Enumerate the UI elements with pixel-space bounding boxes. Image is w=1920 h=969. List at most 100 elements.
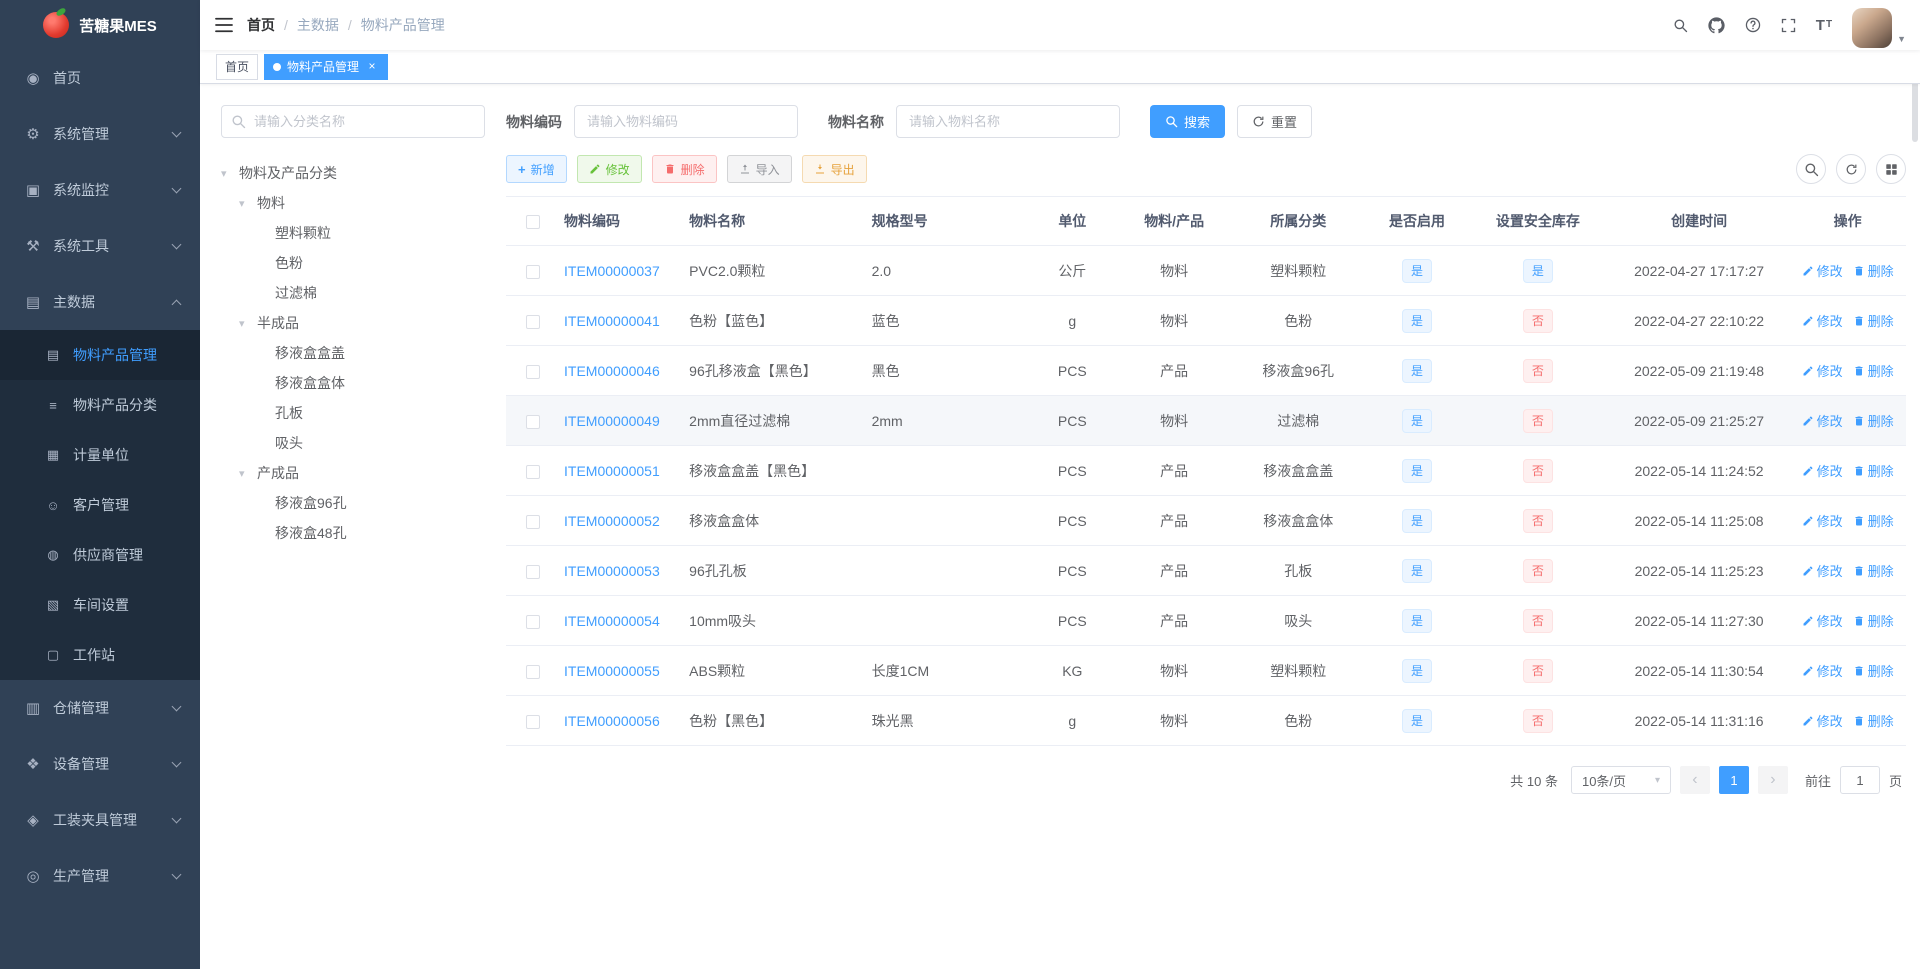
edit-link[interactable]: 修改 xyxy=(1802,261,1843,280)
category-search-input[interactable] xyxy=(221,105,485,138)
edit-link[interactable]: 修改 xyxy=(1802,711,1843,730)
next-page-button[interactable]: › xyxy=(1757,766,1788,794)
item-code-link[interactable]: ITEM00000054 xyxy=(564,613,660,629)
add-button[interactable]: + 新增 xyxy=(506,155,567,183)
item-code-link[interactable]: ITEM00000049 xyxy=(564,413,660,429)
delete-link[interactable]: 删除 xyxy=(1853,511,1894,530)
tree-expand-icon[interactable]: ▾ xyxy=(221,167,239,180)
row-checkbox[interactable] xyxy=(525,264,540,279)
hamburger-icon[interactable] xyxy=(215,17,233,33)
table-search-toggle-button[interactable] xyxy=(1796,154,1826,184)
delete-link[interactable]: 删除 xyxy=(1853,361,1894,380)
item-code-link[interactable]: ITEM00000051 xyxy=(564,463,660,479)
tree-node[interactable]: 色粉 xyxy=(221,248,485,278)
edit-link[interactable]: 修改 xyxy=(1802,311,1843,330)
delete-link[interactable]: 删除 xyxy=(1853,661,1894,680)
user-menu[interactable]: ▼ xyxy=(1852,3,1906,48)
item-code-link[interactable]: ITEM00000046 xyxy=(564,363,660,379)
row-checkbox[interactable] xyxy=(525,664,540,679)
search-icon[interactable] xyxy=(1663,0,1698,50)
tree-node[interactable]: 塑料颗粒 xyxy=(221,218,485,248)
delete-link[interactable]: 删除 xyxy=(1853,311,1894,330)
select-all-checkbox[interactable] xyxy=(525,215,540,230)
delete-link[interactable]: 删除 xyxy=(1853,461,1894,480)
app-logo[interactable]: 苦糖果MES xyxy=(0,0,200,50)
tree-node[interactable]: 吸头 xyxy=(221,428,485,458)
delete-link[interactable]: 删除 xyxy=(1853,261,1894,280)
import-button[interactable]: 导入 xyxy=(726,155,792,183)
delete-link[interactable]: 删除 xyxy=(1853,611,1894,630)
tree-expand-icon[interactable]: ▾ xyxy=(239,197,257,210)
sidebar-item[interactable]: ◈ 工装夹具管理 xyxy=(0,792,200,848)
tree-node[interactable]: ▾ 物料及产品分类 xyxy=(221,158,485,188)
prev-page-button[interactable]: ‹ xyxy=(1679,766,1710,794)
tree-node[interactable]: ▾ 产成品 xyxy=(221,458,485,488)
search-button[interactable]: 搜索 xyxy=(1150,105,1226,138)
sidebar-item[interactable]: ⚒ 系统工具 xyxy=(0,218,200,274)
font-size-icon[interactable]: TT xyxy=(1806,0,1842,50)
delete-link[interactable]: 删除 xyxy=(1853,711,1894,730)
sidebar-subitem[interactable]: ▦ 计量单位 xyxy=(0,430,200,480)
sidebar-subitem[interactable]: ▧ 车间设置 xyxy=(0,580,200,630)
tree-node[interactable]: ▾ 物料 xyxy=(221,188,485,218)
close-icon[interactable]: × xyxy=(365,60,379,74)
item-code-link[interactable]: ITEM00000055 xyxy=(564,663,660,679)
tree-node[interactable]: 移液盒96孔 xyxy=(221,488,485,518)
sidebar-item[interactable]: ▥ 仓储管理 xyxy=(0,680,200,736)
tree-expand-icon[interactable]: ▾ xyxy=(239,467,257,480)
edit-link[interactable]: 修改 xyxy=(1802,661,1843,680)
tab-1[interactable]: 物料产品管理 × xyxy=(264,53,389,80)
page-size-select[interactable]: 10条/页 ▾ xyxy=(1570,766,1671,794)
row-checkbox[interactable] xyxy=(525,414,540,429)
help-icon[interactable] xyxy=(1735,0,1771,50)
tree-node[interactable]: ▾ 半成品 xyxy=(221,308,485,338)
sidebar-item[interactable]: ◉ 首页 xyxy=(0,50,200,106)
edit-link[interactable]: 修改 xyxy=(1802,411,1843,430)
sidebar-subitem[interactable]: ≡ 物料产品分类 xyxy=(0,380,200,430)
current-page-button[interactable]: 1 xyxy=(1718,766,1749,794)
breadcrumb-item[interactable]: 首页 xyxy=(247,15,275,35)
tree-node[interactable]: 移液盒48孔 xyxy=(221,518,485,548)
sidebar-item[interactable]: ⚙ 系统管理 xyxy=(0,106,200,162)
material-name-input[interactable] xyxy=(896,105,1120,138)
github-icon[interactable] xyxy=(1698,0,1735,50)
sidebar-subitem[interactable]: ▤ 物料产品管理 xyxy=(0,330,200,380)
delete-link[interactable]: 删除 xyxy=(1853,561,1894,580)
row-checkbox[interactable] xyxy=(525,614,540,629)
delete-link[interactable]: 删除 xyxy=(1853,411,1894,430)
row-checkbox[interactable] xyxy=(525,314,540,329)
edit-link[interactable]: 修改 xyxy=(1802,611,1843,630)
item-code-link[interactable]: ITEM00000053 xyxy=(564,563,660,579)
edit-link[interactable]: 修改 xyxy=(1802,561,1843,580)
table-refresh-button[interactable] xyxy=(1836,154,1866,184)
sidebar-subitem[interactable]: ☺ 客户管理 xyxy=(0,480,200,530)
tab-0[interactable]: 首页 xyxy=(216,53,259,80)
row-checkbox[interactable] xyxy=(525,464,540,479)
edit-link[interactable]: 修改 xyxy=(1802,361,1843,380)
material-code-input[interactable] xyxy=(574,105,798,138)
table-columns-button[interactable] xyxy=(1876,154,1906,184)
tree-node[interactable]: 移液盒盒体 xyxy=(221,368,485,398)
reset-button[interactable]: 重置 xyxy=(1237,105,1313,138)
tree-node[interactable]: 过滤棉 xyxy=(221,278,485,308)
edit-link[interactable]: 修改 xyxy=(1802,511,1843,530)
sidebar-item[interactable]: ❖ 设备管理 xyxy=(0,736,200,792)
row-checkbox[interactable] xyxy=(525,364,540,379)
row-checkbox[interactable] xyxy=(525,514,540,529)
item-code-link[interactable]: ITEM00000041 xyxy=(564,313,660,329)
export-button[interactable]: 导出 xyxy=(801,155,867,183)
sidebar-subitem[interactable]: ▢ 工作站 xyxy=(0,630,200,680)
tree-node[interactable]: 孔板 xyxy=(221,398,485,428)
sidebar-item[interactable]: ◎ 生产管理 xyxy=(0,848,200,904)
goto-page-input[interactable] xyxy=(1839,766,1880,794)
tree-node[interactable]: 移液盒盒盖 xyxy=(221,338,485,368)
item-code-link[interactable]: ITEM00000052 xyxy=(564,513,660,529)
sidebar-item[interactable]: ▤ 主数据 xyxy=(0,274,200,330)
item-code-link[interactable]: ITEM00000056 xyxy=(564,713,660,729)
row-checkbox[interactable] xyxy=(525,564,540,579)
sidebar-item[interactable]: ▣ 系统监控 xyxy=(0,162,200,218)
fullscreen-icon[interactable] xyxy=(1771,0,1806,50)
row-checkbox[interactable] xyxy=(525,714,540,729)
item-code-link[interactable]: ITEM00000037 xyxy=(564,263,660,279)
delete-button[interactable]: 删除 xyxy=(651,155,717,183)
